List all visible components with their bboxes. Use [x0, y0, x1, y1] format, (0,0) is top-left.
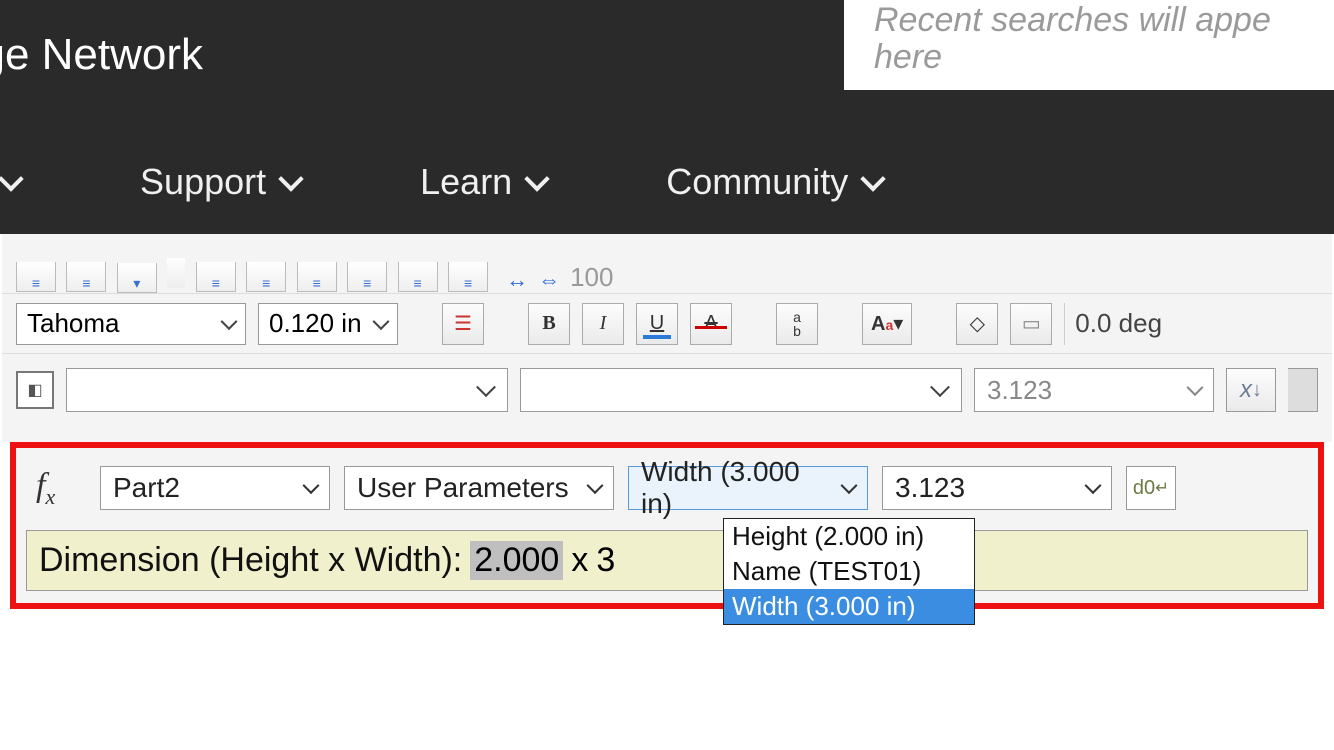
- text-format-menu-button[interactable]: Aa▾: [862, 303, 912, 345]
- fx-sub: x: [45, 483, 55, 508]
- recent-searches-line1: Recent searches will appe: [874, 2, 1271, 39]
- underline-button[interactable]: U: [636, 303, 678, 345]
- param-source-select[interactable]: Part2: [100, 466, 330, 510]
- nav-products[interactable]: ucts: [0, 161, 20, 203]
- param-name-select[interactable]: Width (3.000 in): [628, 466, 868, 510]
- dropdown-item-name[interactable]: Name (TEST01): [724, 554, 974, 589]
- param-source-value: Part2: [113, 472, 180, 504]
- strike-button[interactable]: A: [690, 303, 732, 345]
- nav-community-label: Community: [666, 161, 848, 203]
- nav-community[interactable]: Community: [666, 161, 882, 203]
- param-name-dropdown: Height (2.000 in) Name (TEST01) Width (3…: [723, 518, 975, 625]
- spacing-icon[interactable]: ↔: [506, 267, 528, 293]
- param-category-select[interactable]: User Parameters: [344, 466, 614, 510]
- param-name-value: Width (3.000 in): [641, 456, 833, 520]
- param-precision-value: 3.123: [895, 472, 965, 504]
- font-select[interactable]: Tahoma: [16, 303, 246, 345]
- param-precision-select[interactable]: 3.123: [882, 466, 1112, 510]
- chevron-down-icon: [524, 166, 549, 191]
- extra-button[interactable]: [1288, 368, 1318, 412]
- alignment-toolbar-partial: ≡ ≡ ▾ ≡ ≡ ≡ ≡ ≡ ≡ ↔ ⇔ 100: [2, 234, 1332, 294]
- dimension-text-field[interactable]: Dimension (Height x Width): 2.000 x 3: [26, 530, 1308, 591]
- dimension-label: Dimension (Height x Width):: [39, 541, 462, 580]
- style-select-2[interactable]: [520, 368, 962, 412]
- variable-insert-button[interactable]: x↓: [1226, 368, 1276, 412]
- list-icon[interactable]: ≡: [66, 262, 106, 292]
- chevron-down-icon: [0, 166, 24, 191]
- align-right-icon[interactable]: ≡: [297, 262, 337, 292]
- justify-icon[interactable]: ≡: [347, 262, 387, 292]
- chevron-down-icon: [861, 166, 886, 191]
- fx-icon: fx: [36, 467, 86, 510]
- site-title: wledge Network: [0, 30, 203, 80]
- precision-value: 3.123: [987, 375, 1052, 406]
- chevron-down-icon: [278, 166, 303, 191]
- dropdown-item-width[interactable]: Width (3.000 in): [724, 589, 974, 624]
- italic-button[interactable]: I: [582, 303, 624, 345]
- dimension-height-value: 2.000: [470, 541, 563, 580]
- nav-support[interactable]: Support: [140, 161, 300, 203]
- nav-learn[interactable]: Learn: [420, 161, 546, 203]
- primary-nav: ucts Support Learn Community: [0, 130, 1334, 234]
- stacked-text-button[interactable]: ab: [776, 303, 818, 345]
- align-left-icon[interactable]: ≡: [196, 262, 236, 292]
- list-icon[interactable]: ≡: [16, 262, 56, 292]
- panel-toggle-icon[interactable]: ◧: [16, 371, 54, 409]
- align-center-icon[interactable]: ≡: [246, 262, 286, 292]
- property-combo-row: ◧ 3.123 x↓: [2, 354, 1332, 442]
- rotation-value: 0.0 deg: [1064, 303, 1172, 345]
- site-banner: wledge Network Recent searches will appe…: [0, 0, 1334, 234]
- font-size-input[interactable]: 0.120 in: [258, 303, 398, 345]
- nav-learn-label: Learn: [420, 161, 512, 203]
- text-format-toolbar: Tahoma 0.120 in ☰ B I U A ab Aa▾ ◇ ▭ 0.0…: [2, 294, 1332, 354]
- nav-support-label: Support: [140, 161, 266, 203]
- font-size-value: 0.120 in: [269, 308, 362, 339]
- dropdown-icon[interactable]: ▾: [117, 263, 157, 293]
- bold-button[interactable]: B: [528, 303, 570, 345]
- app-area: ≡ ≡ ▾ ≡ ≡ ≡ ≡ ≡ ≡ ↔ ⇔ 100 Tahoma 0.120 i…: [0, 234, 1334, 609]
- param-category-value: User Parameters: [357, 472, 569, 504]
- style-select-1[interactable]: [66, 368, 508, 412]
- ruler-icon[interactable]: ▭: [1010, 303, 1052, 345]
- layers-icon[interactable]: ☰: [442, 303, 484, 345]
- stretch-icon[interactable]: ⇔: [538, 267, 560, 293]
- precision-select[interactable]: 3.123: [974, 368, 1214, 412]
- insert-parameter-button[interactable]: d0↵: [1126, 466, 1176, 510]
- dimension-times: x: [571, 541, 588, 580]
- recent-searches-line2: here: [874, 39, 942, 76]
- recent-searches-hint: Recent searches will appe here: [844, 0, 1334, 90]
- highlighted-parameter-bar: fx Part2 User Parameters Width (3.000 in…: [10, 442, 1324, 609]
- align-top-icon[interactable]: ≡: [398, 262, 438, 292]
- align-middle-icon[interactable]: ≡: [448, 262, 488, 292]
- dimension-width-value-cut: 3: [596, 541, 615, 580]
- dropdown-item-height[interactable]: Height (2.000 in): [724, 519, 974, 554]
- zoom-value: 100: [570, 262, 613, 293]
- font-select-value: Tahoma: [27, 308, 120, 339]
- paint-bucket-icon[interactable]: ◇: [956, 303, 998, 345]
